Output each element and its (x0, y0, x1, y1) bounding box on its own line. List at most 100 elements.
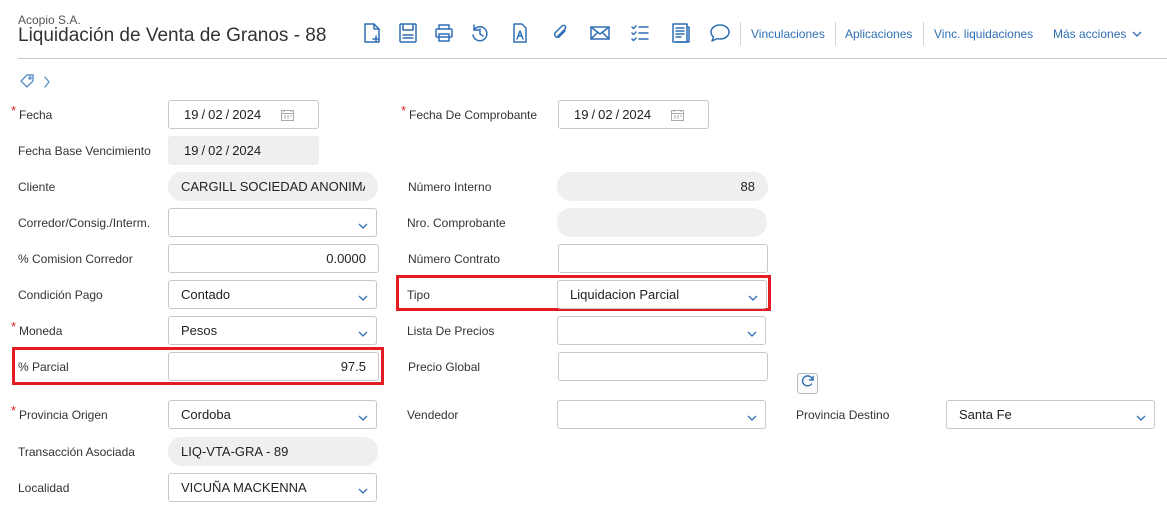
chevron-down-icon (747, 411, 757, 421)
email-icon[interactable] (588, 21, 612, 45)
transaccion-asociada-value: LIQ-VTA-GRA - 89 (181, 444, 289, 459)
chevron-down-icon (1132, 27, 1142, 41)
vinc-liquidaciones-link[interactable]: Vinc. liquidaciones (934, 27, 1033, 41)
refresh-button[interactable] (797, 373, 818, 394)
tag-bar (20, 74, 50, 93)
checklist-icon[interactable] (628, 21, 652, 45)
provincia-destino-select[interactable]: Santa Fe (946, 400, 1155, 429)
mas-acciones-label: Más acciones (1053, 27, 1127, 41)
chevron-down-icon (358, 484, 368, 494)
nro-comprobante-label: Nro. Comprobante (407, 216, 506, 230)
provincia-origen-select[interactable]: Cordoba (168, 400, 377, 429)
fecha-year: 2024 (232, 107, 262, 122)
vendedor-select[interactable] (557, 400, 766, 429)
tag-icon[interactable] (20, 74, 34, 93)
refresh-icon (801, 374, 815, 393)
chevron-down-icon (747, 327, 757, 337)
chevron-right-icon[interactable] (44, 75, 50, 93)
fecha-month: 02 (208, 107, 223, 122)
attachment-icon[interactable] (548, 21, 572, 45)
cliente-label: Cliente (18, 180, 56, 194)
tipo-value: Liquidacion Parcial (570, 287, 680, 302)
numero-interno-value: 88 (740, 179, 755, 194)
localidad-label: Localidad (18, 481, 70, 495)
moneda-label: Moneda (19, 324, 63, 338)
report-icon[interactable] (668, 21, 692, 45)
required-marker: * (11, 319, 17, 334)
calendar-icon[interactable] (281, 109, 294, 121)
parcial-input[interactable]: 97.5 (168, 352, 379, 381)
required-marker: * (11, 103, 17, 118)
lista-precios-select[interactable] (557, 316, 766, 345)
print-icon[interactable] (432, 21, 456, 45)
condicion-pago-value: Contado (181, 287, 231, 302)
page-title: Liquidación de Venta de Granos - 88 (18, 25, 327, 46)
toolbar-divider (835, 22, 836, 46)
cliente-value: CARGILL SOCIEDAD ANONIMA (181, 179, 365, 194)
fecha-comprobante-day: 19 (574, 107, 589, 122)
save-icon[interactable] (396, 21, 420, 45)
provincia-destino-value: Santa Fe (959, 407, 1012, 422)
provincia-origen-value: Cordoba (181, 407, 231, 422)
transaccion-asociada-label: Transacción Asociada (18, 445, 135, 459)
fecha-base-vencimiento-field: 19/ 02/ 2024 (168, 136, 319, 165)
fecha-comprobante-month: 02 (598, 107, 613, 122)
calendar-icon[interactable] (671, 109, 684, 121)
fecha-base-vencimiento-label: Fecha Base Vencimiento (18, 144, 151, 158)
nro-comprobante-field (557, 208, 767, 237)
corredor-label: Corredor/Consig./Interm. (18, 216, 151, 230)
cliente-field[interactable]: CARGILL SOCIEDAD ANONIMA (168, 172, 378, 201)
chevron-down-icon (358, 411, 368, 421)
chevron-down-icon (358, 327, 368, 337)
fecha-comprobante-label: Fecha De Comprobante (409, 108, 538, 122)
vinculaciones-link[interactable]: Vinculaciones (751, 27, 825, 41)
fecha-input[interactable]: 19/ 02/ 2024 (168, 100, 319, 129)
tipo-select[interactable]: Liquidacion Parcial (557, 280, 767, 309)
toolbar-divider (740, 22, 741, 46)
parcial-value: 97.5 (340, 359, 366, 374)
condicion-pago-label: Condición Pago (18, 288, 103, 302)
localidad-select[interactable]: VICUÑA MACKENNA (168, 473, 377, 502)
precio-global-label: Precio Global (408, 360, 481, 374)
corredor-select[interactable] (168, 208, 377, 237)
history-icon[interactable] (468, 21, 492, 45)
chevron-down-icon (358, 219, 368, 229)
numero-contrato-label: Número Contrato (408, 252, 501, 266)
comision-corredor-input[interactable]: 0.0000 (168, 244, 379, 273)
fecha-base-year: 2024 (232, 143, 262, 158)
mas-acciones-menu[interactable]: Más acciones (1053, 27, 1142, 41)
precio-global-input[interactable] (558, 352, 768, 381)
toolbar-divider (923, 22, 924, 46)
provincia-origen-label: Provincia Origen (19, 408, 108, 422)
new-document-icon[interactable] (360, 21, 384, 45)
fecha-base-day: 19 (184, 143, 199, 158)
transaccion-asociada-field[interactable]: LIQ-VTA-GRA - 89 (168, 437, 378, 466)
moneda-value: Pesos (181, 323, 218, 338)
fecha-comprobante-year: 2024 (622, 107, 652, 122)
fecha-comprobante-input[interactable]: 19/ 02/ 2024 (558, 100, 709, 129)
header-divider (18, 58, 1167, 59)
fecha-base-month: 02 (208, 143, 223, 158)
fecha-label: Fecha (19, 108, 53, 122)
localidad-value: VICUÑA MACKENNA (181, 480, 307, 495)
text-document-icon[interactable] (508, 21, 532, 45)
chevron-down-icon (1136, 411, 1146, 421)
fecha-day: 19 (184, 107, 199, 122)
numero-interno-label: Número Interno (408, 180, 492, 194)
numero-contrato-input[interactable] (558, 244, 768, 273)
parcial-label: % Parcial (18, 360, 69, 374)
moneda-select[interactable]: Pesos (168, 316, 377, 345)
condicion-pago-select[interactable]: Contado (168, 280, 377, 309)
tipo-label: Tipo (407, 288, 430, 302)
required-marker: * (11, 403, 17, 418)
chevron-down-icon (358, 291, 368, 301)
aplicaciones-link[interactable]: Aplicaciones (845, 27, 912, 41)
numero-interno-field: 88 (557, 172, 768, 201)
comision-corredor-label: % Comision Corredor (18, 252, 133, 266)
comment-icon[interactable] (708, 21, 732, 45)
provincia-destino-label: Provincia Destino (796, 408, 890, 422)
lista-precios-label: Lista De Precios (407, 324, 495, 338)
vendedor-label: Vendedor (407, 408, 459, 422)
required-marker: * (401, 103, 407, 118)
chevron-down-icon (748, 291, 758, 301)
